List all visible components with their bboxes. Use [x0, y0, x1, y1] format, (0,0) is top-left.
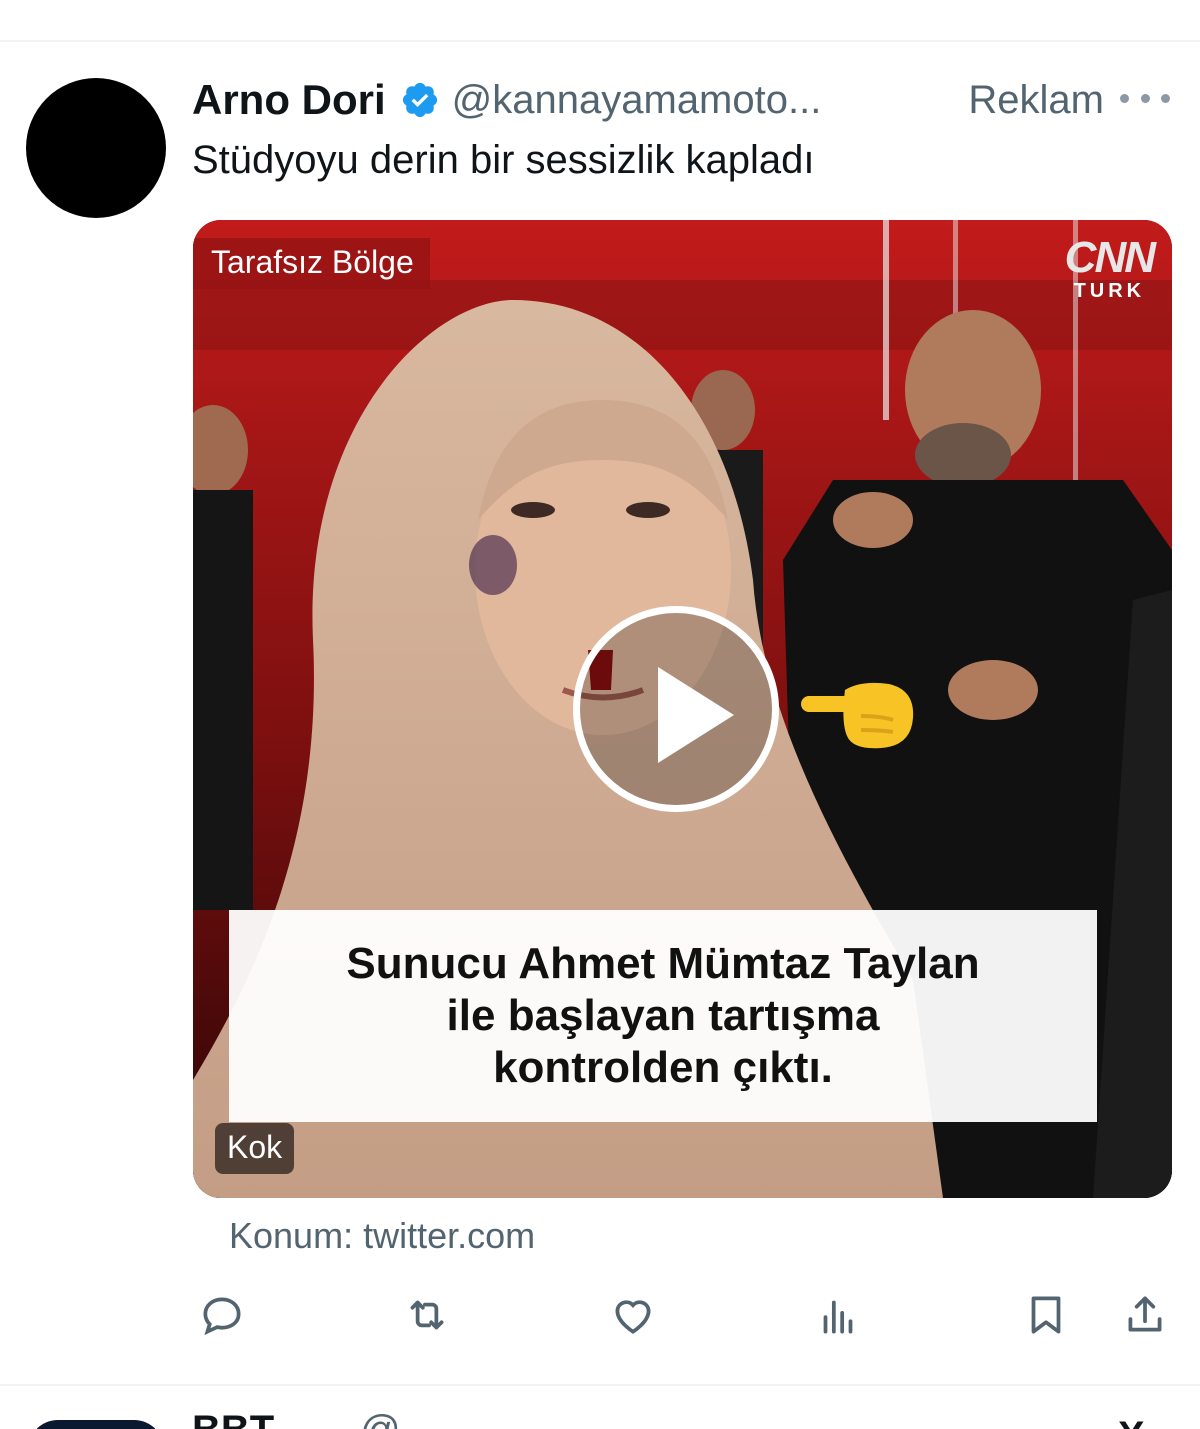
bottom-divider [0, 1384, 1200, 1386]
next-post-avatar[interactable] [28, 1420, 164, 1429]
ad-label: Reklam [968, 77, 1104, 122]
retweet-button[interactable] [402, 1290, 452, 1340]
location-link[interactable]: Konum: twitter.com [229, 1215, 535, 1257]
play-icon [658, 667, 734, 763]
channel-logo-top: CNN [1064, 233, 1156, 282]
next-post-author[interactable]: BBT [192, 1414, 274, 1429]
heart-icon [615, 1300, 651, 1334]
caption-line-1: Sunucu Ahmet Mümtaz Taylan [346, 939, 980, 988]
retweet-icon [410, 1300, 444, 1330]
analytics-icon [823, 1300, 853, 1334]
play-button[interactable] [573, 606, 779, 812]
views-button[interactable] [813, 1290, 863, 1340]
reply-icon [203, 1297, 241, 1336]
program-label: Tarafsız Bölge [193, 238, 430, 289]
source-chip: Kok [215, 1123, 295, 1174]
caption-line-2: ile başlayan tartışma [446, 991, 880, 1040]
post-header: Arno Dori @kannayamamoto... Reklam [192, 70, 1182, 130]
reply-button[interactable] [197, 1290, 247, 1340]
caption-line-3: kontrolden çıktı. [493, 1043, 833, 1092]
avatar[interactable] [26, 78, 166, 218]
video-media[interactable]: Tarafsız Bölge CNN TURK Sunucu Ahmet Müm… [193, 220, 1172, 1198]
like-button[interactable] [608, 1290, 658, 1340]
top-divider [0, 40, 1200, 42]
post-text: Stüdyoyu derin bir sessizlik kapladı [192, 138, 815, 182]
channel-logo-bottom: TURK [1073, 280, 1146, 302]
action-bar [0, 1290, 1200, 1340]
author-name[interactable]: Arno Dori [192, 76, 386, 124]
channel-logo: CNN TURK [1064, 233, 1156, 303]
bookmark-icon [1031, 1296, 1061, 1334]
next-post-preview[interactable]: BBT @... X [0, 1414, 1200, 1429]
x-logo-icon: X [1118, 1414, 1145, 1429]
video-caption: Sunucu Ahmet Mümtaz Taylan ile başlayan … [229, 910, 1097, 1122]
bookmark-button[interactable] [1021, 1290, 1071, 1340]
verified-badge-icon [402, 82, 437, 118]
next-post-handle[interactable]: @... [360, 1414, 434, 1429]
more-options-icon[interactable] [1120, 78, 1170, 118]
author-handle[interactable]: @kannayamamoto... [452, 78, 822, 123]
share-icon [1128, 1296, 1162, 1332]
pointing-hand-icon [801, 682, 914, 749]
share-button[interactable] [1120, 1290, 1170, 1340]
